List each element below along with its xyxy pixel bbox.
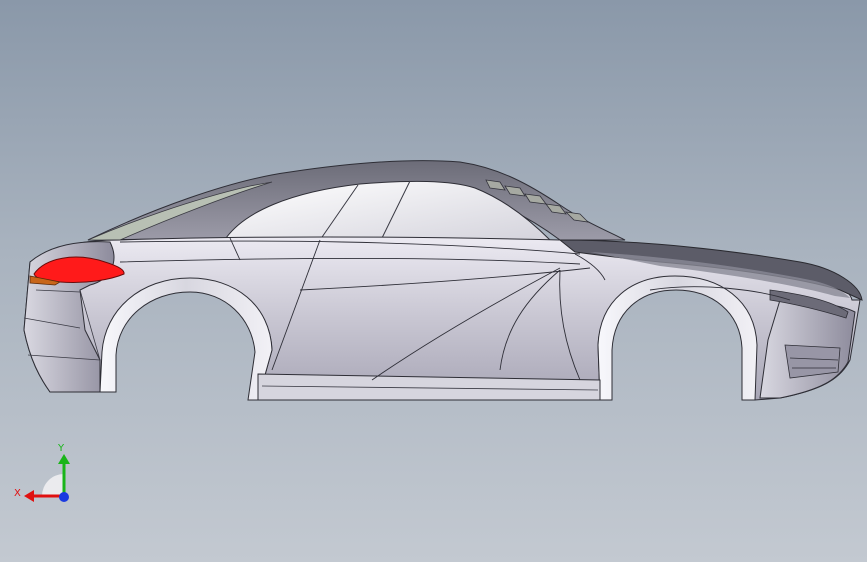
front-wheel-arch xyxy=(597,275,758,401)
triad-y-arrow xyxy=(58,454,70,464)
triad-y-label: Y xyxy=(57,443,65,454)
triad-x-arrow xyxy=(24,490,34,502)
triad-z-axis xyxy=(59,492,69,502)
graphics-viewport[interactable]: Y X xyxy=(0,0,867,562)
triad-plane-quadrant xyxy=(42,474,64,496)
front-grille xyxy=(784,344,841,379)
car-body-model[interactable] xyxy=(0,0,867,562)
triad-x-label: X xyxy=(14,488,21,499)
coordinate-triad: Y X xyxy=(14,443,70,502)
